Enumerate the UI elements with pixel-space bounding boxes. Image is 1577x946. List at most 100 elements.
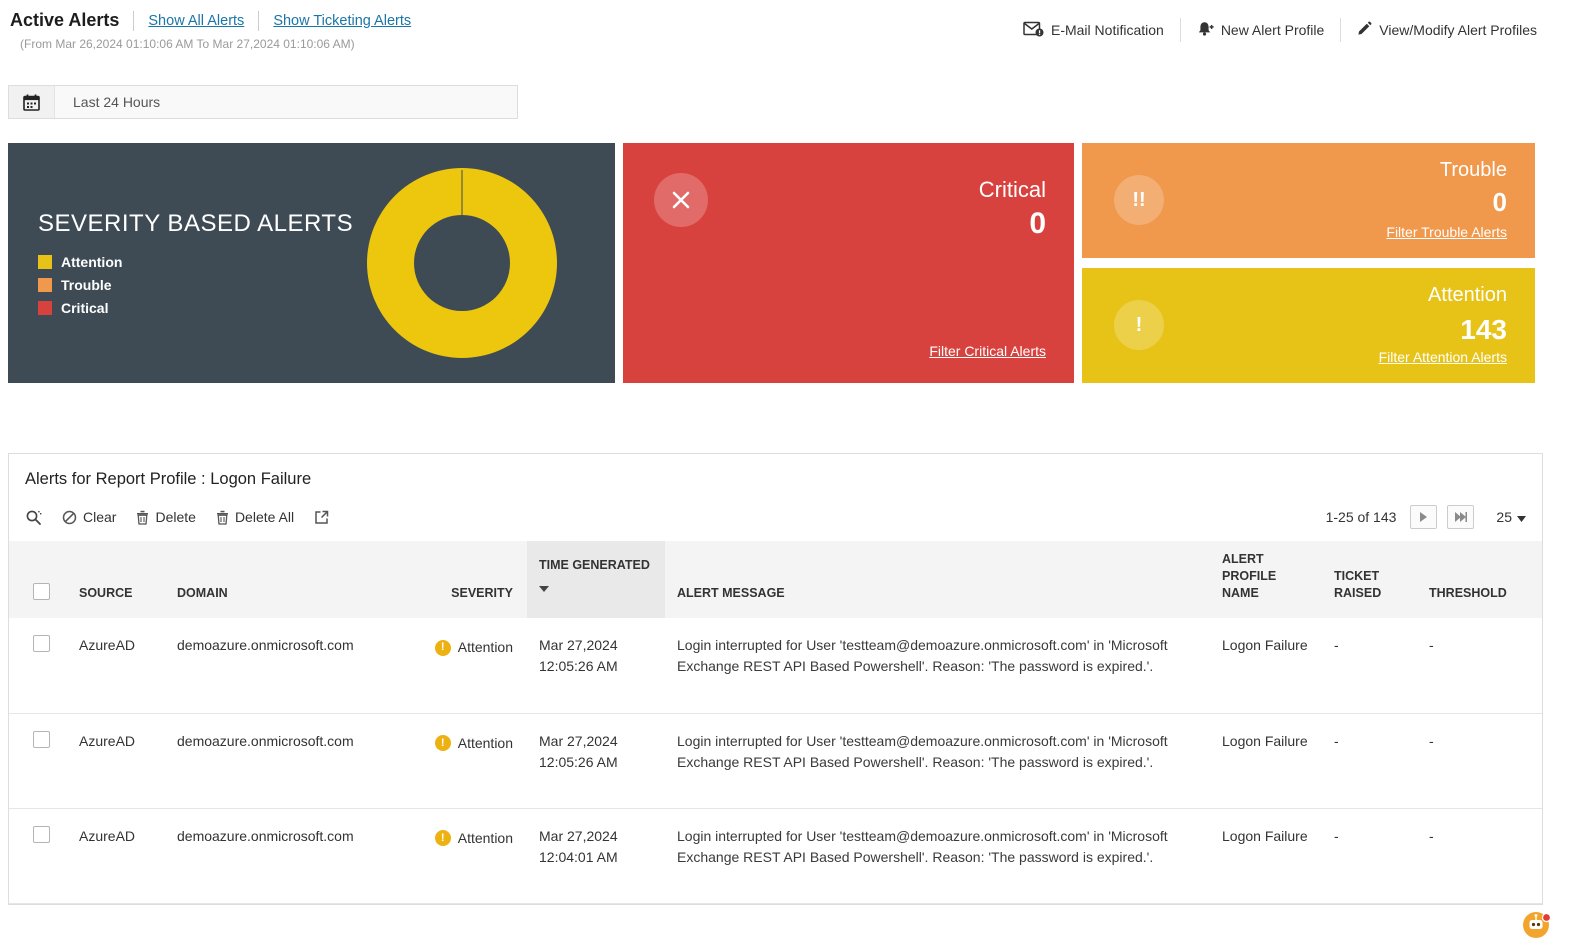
chatbot-icon[interactable] [1521,908,1553,940]
pencil-icon [1357,21,1372,39]
summary-panels: SEVERITY BASED ALERTS Attention Trouble … [8,143,1577,383]
column-header-domain[interactable]: DOMAIN [165,541,415,618]
table-row: AzureAD demoazure.onmicrosoft.com !Atten… [9,713,1542,808]
export-button[interactable] [314,510,329,525]
cell-ticket-raised: - [1322,713,1417,808]
date-range-label: (From Mar 26,2024 01:10:06 AM To Mar 27,… [20,37,411,51]
filter-attention-alerts-link[interactable]: Filter Attention Alerts [1379,349,1507,365]
top-header: Active Alerts Show All Alerts Show Ticke… [0,0,1577,51]
cell-source: AzureAD [67,808,165,903]
row-checkbox[interactable] [33,826,50,843]
critical-alerts-card: Critical 0 Filter Critical Alerts [623,143,1074,383]
row-checkbox[interactable] [33,635,50,652]
column-header-alert-profile-name[interactable]: ALERT PROFILE NAME [1210,541,1322,618]
attention-count: 143 [1460,314,1507,346]
donut-segment-boundary [461,170,463,216]
last-page-button[interactable] [1447,505,1474,529]
cell-domain: demoazure.onmicrosoft.com [165,713,415,808]
attention-exclaim-icon: ! [1114,300,1164,350]
alerts-table: SOURCE DOMAIN SEVERITY TIME GENERATED AL… [9,541,1542,904]
trouble-swatch [38,278,52,292]
email-notification-button[interactable]: E-Mail Notification [1023,21,1164,40]
table-row: AzureAD demoazure.onmicrosoft.com !Atten… [9,808,1542,903]
critical-count: 0 [1029,207,1046,241]
pagination-range: 1-25 of 143 [1326,509,1397,525]
cell-threshold: - [1417,808,1542,903]
row-checkbox[interactable] [33,731,50,748]
legend-item-critical: Critical [38,300,353,316]
table-row: AzureAD demoazure.onmicrosoft.com !Atten… [9,618,1542,713]
page-size-select[interactable]: 25 [1496,509,1526,525]
calendar-icon[interactable] [9,86,55,118]
table-toolbar: Clear Delete Delete All 1-25 of 143 [9,497,1542,541]
delete-all-button[interactable]: Delete All [216,509,294,525]
delete-button[interactable]: Delete [136,509,195,525]
filter-trouble-alerts-link[interactable]: Filter Trouble Alerts [1386,224,1507,240]
severity-chart-title: SEVERITY BASED ALERTS [38,210,353,238]
cell-threshold: - [1417,618,1542,713]
chevron-down-icon [1517,509,1526,525]
trash-icon [216,510,229,525]
cell-time-generated: Mar 27,2024 12:05:26 AM [527,713,665,808]
bell-plus-icon [1197,21,1214,40]
attention-alerts-card: ! Attention 143 Filter Attention Alerts [1082,268,1535,383]
cell-time-generated: Mar 27,2024 12:04:01 AM [527,808,665,903]
clear-button[interactable]: Clear [62,509,116,525]
time-range-selector[interactable]: Last 24 Hours [8,85,518,119]
cell-domain: demoazure.onmicrosoft.com [165,618,415,713]
table-header-row: SOURCE DOMAIN SEVERITY TIME GENERATED AL… [9,541,1542,618]
critical-card-label: Critical [979,177,1046,203]
next-page-button[interactable] [1410,505,1437,529]
trash-icon [136,510,149,525]
legend-item-attention: Attention [38,254,353,270]
cell-domain: demoazure.onmicrosoft.com [165,808,415,903]
legend-item-trouble: Trouble [38,277,353,293]
donut-hole [414,215,510,311]
cell-ticket-raised: - [1322,618,1417,713]
new-alert-profile-button[interactable]: New Alert Profile [1197,21,1324,40]
critical-swatch [38,301,52,315]
cell-severity: !Attention [415,713,527,808]
attention-severity-icon: ! [435,735,451,751]
cell-threshold: - [1417,713,1542,808]
page-title: Active Alerts [10,10,119,31]
critical-x-icon [654,173,708,227]
show-ticketing-alerts-link[interactable]: Show Ticketing Alerts [273,13,411,29]
cell-alert-message: Login interrupted for User 'testteam@dem… [665,618,1210,713]
cell-alert-profile-name: Logon Failure [1210,713,1322,808]
divider [1340,18,1341,42]
trouble-card-label: Trouble [1440,159,1507,182]
chart-legend: Attention Trouble Critical [38,254,353,316]
cell-alert-message: Login interrupted for User 'testteam@dem… [665,808,1210,903]
clear-icon [62,510,77,525]
column-header-source[interactable]: SOURCE [67,541,165,618]
time-range-value: Last 24 Hours [55,94,160,110]
attention-severity-icon: ! [435,640,451,656]
search-icon [25,509,42,526]
trouble-exclaim-icon: !! [1114,175,1164,225]
attention-severity-icon: ! [435,830,451,846]
view-modify-alert-profiles-button[interactable]: View/Modify Alert Profiles [1357,21,1537,39]
cell-alert-profile-name: Logon Failure [1210,808,1322,903]
select-all-checkbox[interactable] [33,583,50,600]
cell-severity: !Attention [415,808,527,903]
divider [1180,18,1181,42]
export-icon [314,510,329,525]
advanced-search-button[interactable] [25,509,42,526]
column-header-threshold[interactable]: THRESHOLD [1417,541,1542,618]
cell-alert-profile-name: Logon Failure [1210,618,1322,713]
column-header-severity[interactable]: SEVERITY [415,541,527,618]
cell-source: AzureAD [67,713,165,808]
divider [258,11,259,31]
show-all-alerts-link[interactable]: Show All Alerts [148,13,244,29]
sort-desc-icon [539,580,653,597]
attention-swatch [38,255,52,269]
filter-critical-alerts-link[interactable]: Filter Critical Alerts [929,343,1046,359]
cell-severity: !Attention [415,618,527,713]
column-header-ticket-raised[interactable]: TICKET RAISED [1322,541,1417,618]
attention-card-label: Attention [1428,284,1507,307]
column-header-alert-message[interactable]: ALERT MESSAGE [665,541,1210,618]
column-header-time-generated[interactable]: TIME GENERATED [527,541,665,618]
divider [133,11,134,31]
email-notification-icon [1023,21,1044,40]
